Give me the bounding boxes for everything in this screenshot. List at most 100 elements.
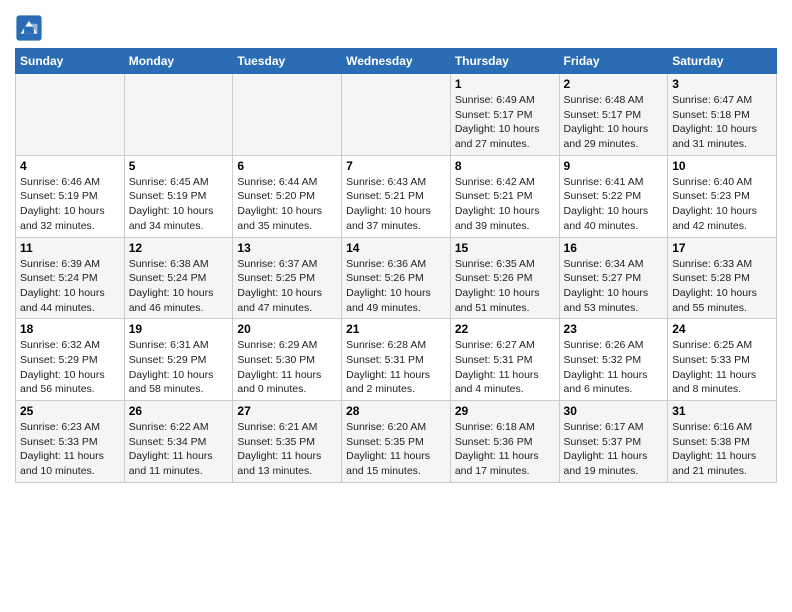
calendar-cell: 14Sunrise: 6:36 AM Sunset: 5:26 PM Dayli… — [342, 237, 451, 319]
day-info: Sunrise: 6:29 AM Sunset: 5:30 PM Dayligh… — [237, 338, 337, 397]
weekday-header: Wednesday — [342, 49, 451, 74]
calendar-cell: 17 Sunrise: 6:33 AM Sunset: 5:28 PM Dayli… — [668, 237, 777, 319]
day-number: 2 — [564, 77, 664, 91]
calendar-cell — [233, 74, 342, 156]
day-info: Sunrise: 6:22 AM Sunset: 5:34 PM Dayligh… — [129, 420, 229, 479]
day-info: Sunrise: 6:42 AM Sunset: 5:21 PM Dayligh… — [455, 175, 555, 234]
day-number: 21 — [346, 322, 446, 336]
calendar-cell: 6 Sunrise: 6:44 AM Sunset: 5:20 PM Daylig… — [233, 155, 342, 237]
day-number: 9 — [564, 159, 664, 173]
day-number: 11 — [20, 241, 120, 255]
day-info: Sunrise: 6:23 AM Sunset: 5:33 PM Dayligh… — [20, 420, 120, 479]
day-info: Sunrise: 6:41 AM Sunset: 5:22 PM Dayligh… — [564, 175, 664, 234]
calendar-cell: 11Sunrise: 6:39 AM Sunset: 5:24 PM Dayli… — [16, 237, 125, 319]
day-number: 23 — [564, 322, 664, 336]
day-number: 27 — [237, 404, 337, 418]
day-number: 22 — [455, 322, 555, 336]
day-number: 1 — [455, 77, 555, 91]
calendar-cell: 2 Sunrise: 6:48 AM Sunset: 5:17 PM Daylig… — [559, 74, 668, 156]
day-number: 15 — [455, 241, 555, 255]
weekday-header: Thursday — [450, 49, 559, 74]
weekday-header: Sunday — [16, 49, 125, 74]
calendar-cell: 31 Sunrise: 6:16 AM Sunset: 5:38 PM Dayli… — [668, 401, 777, 483]
calendar-cell: 28 Sunrise: 6:20 AM Sunset: 5:35 PM Dayli… — [342, 401, 451, 483]
calendar-cell: 9 Sunrise: 6:41 AM Sunset: 5:22 PM Daylig… — [559, 155, 668, 237]
day-info: Sunrise: 6:40 AM Sunset: 5:23 PM Dayligh… — [672, 175, 772, 234]
logo-icon — [15, 14, 43, 42]
page-header — [15, 10, 777, 42]
day-info: Sunrise: 6:32 AM Sunset: 5:29 PM Dayligh… — [20, 338, 120, 397]
calendar-cell: 8Sunrise: 6:42 AM Sunset: 5:21 PM Daylig… — [450, 155, 559, 237]
calendar-cell: 16 Sunrise: 6:34 AM Sunset: 5:27 PM Dayli… — [559, 237, 668, 319]
calendar-cell: 3 Sunrise: 6:47 AM Sunset: 5:18 PM Daylig… — [668, 74, 777, 156]
calendar-cell: 15 Sunrise: 6:35 AM Sunset: 5:26 PM Dayli… — [450, 237, 559, 319]
day-info: Sunrise: 6:37 AM Sunset: 5:25 PM Dayligh… — [237, 257, 337, 316]
day-info: Sunrise: 6:26 AM Sunset: 5:32 PM Dayligh… — [564, 338, 664, 397]
weekday-header: Tuesday — [233, 49, 342, 74]
calendar-cell: 12 Sunrise: 6:38 AM Sunset: 5:24 PM Dayli… — [124, 237, 233, 319]
day-number: 26 — [129, 404, 229, 418]
day-info: Sunrise: 6:17 AM Sunset: 5:37 PM Dayligh… — [564, 420, 664, 479]
day-info: Sunrise: 6:35 AM Sunset: 5:26 PM Dayligh… — [455, 257, 555, 316]
calendar-cell: 23 Sunrise: 6:26 AM Sunset: 5:32 PM Dayli… — [559, 319, 668, 401]
day-info: Sunrise: 6:33 AM Sunset: 5:28 PM Dayligh… — [672, 257, 772, 316]
day-number: 19 — [129, 322, 229, 336]
day-number: 14 — [346, 241, 446, 255]
day-number: 24 — [672, 322, 772, 336]
weekday-header: Monday — [124, 49, 233, 74]
day-number: 25 — [20, 404, 120, 418]
calendar-cell: 7 Sunrise: 6:43 AM Sunset: 5:21 PM Daylig… — [342, 155, 451, 237]
calendar-cell: 22 Sunrise: 6:27 AM Sunset: 5:31 PM Dayli… — [450, 319, 559, 401]
calendar-cell: 29 Sunrise: 6:18 AM Sunset: 5:36 PM Dayli… — [450, 401, 559, 483]
day-number: 13 — [237, 241, 337, 255]
day-info: Sunrise: 6:43 AM Sunset: 5:21 PM Dayligh… — [346, 175, 446, 234]
day-info: Sunrise: 6:49 AM Sunset: 5:17 PM Dayligh… — [455, 93, 555, 152]
day-info: Sunrise: 6:21 AM Sunset: 5:35 PM Dayligh… — [237, 420, 337, 479]
day-info: Sunrise: 6:44 AM Sunset: 5:20 PM Dayligh… — [237, 175, 337, 234]
day-number: 31 — [672, 404, 772, 418]
logo — [15, 14, 47, 42]
day-info: Sunrise: 6:18 AM Sunset: 5:36 PM Dayligh… — [455, 420, 555, 479]
day-number: 18 — [20, 322, 120, 336]
day-number: 3 — [672, 77, 772, 91]
calendar-cell: 20 Sunrise: 6:29 AM Sunset: 5:30 PM Dayli… — [233, 319, 342, 401]
calendar-cell: 5Sunrise: 6:45 AM Sunset: 5:19 PM Daylig… — [124, 155, 233, 237]
day-number: 4 — [20, 159, 120, 173]
calendar-cell: 30 Sunrise: 6:17 AM Sunset: 5:37 PM Dayli… — [559, 401, 668, 483]
day-number: 7 — [346, 159, 446, 173]
day-info: Sunrise: 6:16 AM Sunset: 5:38 PM Dayligh… — [672, 420, 772, 479]
day-info: Sunrise: 6:38 AM Sunset: 5:24 PM Dayligh… — [129, 257, 229, 316]
calendar-cell: 1 Sunrise: 6:49 AM Sunset: 5:17 PM Daylig… — [450, 74, 559, 156]
calendar-cell: 26 Sunrise: 6:22 AM Sunset: 5:34 PM Dayli… — [124, 401, 233, 483]
day-info: Sunrise: 6:25 AM Sunset: 5:33 PM Dayligh… — [672, 338, 772, 397]
calendar-cell: 25 Sunrise: 6:23 AM Sunset: 5:33 PM Dayli… — [16, 401, 125, 483]
day-number: 17 — [672, 241, 772, 255]
calendar-cell: 4 Sunrise: 6:46 AM Sunset: 5:19 PM Daylig… — [16, 155, 125, 237]
calendar-cell: 24 Sunrise: 6:25 AM Sunset: 5:33 PM Dayli… — [668, 319, 777, 401]
day-number: 6 — [237, 159, 337, 173]
calendar-cell — [16, 74, 125, 156]
calendar-cell: 21 Sunrise: 6:28 AM Sunset: 5:31 PM Dayli… — [342, 319, 451, 401]
day-info: Sunrise: 6:46 AM Sunset: 5:19 PM Dayligh… — [20, 175, 120, 234]
day-number: 10 — [672, 159, 772, 173]
calendar-cell — [124, 74, 233, 156]
day-info: Sunrise: 6:48 AM Sunset: 5:17 PM Dayligh… — [564, 93, 664, 152]
calendar-cell: 13 Sunrise: 6:37 AM Sunset: 5:25 PM Dayli… — [233, 237, 342, 319]
day-number: 30 — [564, 404, 664, 418]
calendar-cell: 18 Sunrise: 6:32 AM Sunset: 5:29 PM Dayli… — [16, 319, 125, 401]
day-number: 29 — [455, 404, 555, 418]
day-info: Sunrise: 6:34 AM Sunset: 5:27 PM Dayligh… — [564, 257, 664, 316]
day-number: 12 — [129, 241, 229, 255]
day-number: 20 — [237, 322, 337, 336]
weekday-header: Saturday — [668, 49, 777, 74]
day-number: 16 — [564, 241, 664, 255]
day-number: 28 — [346, 404, 446, 418]
day-info: Sunrise: 6:27 AM Sunset: 5:31 PM Dayligh… — [455, 338, 555, 397]
day-info: Sunrise: 6:28 AM Sunset: 5:31 PM Dayligh… — [346, 338, 446, 397]
calendar-cell: 19 Sunrise: 6:31 AM Sunset: 5:29 PM Dayli… — [124, 319, 233, 401]
day-info: Sunrise: 6:31 AM Sunset: 5:29 PM Dayligh… — [129, 338, 229, 397]
day-number: 5 — [129, 159, 229, 173]
day-info: Sunrise: 6:47 AM Sunset: 5:18 PM Dayligh… — [672, 93, 772, 152]
weekday-header: Friday — [559, 49, 668, 74]
day-info: Sunrise: 6:20 AM Sunset: 5:35 PM Dayligh… — [346, 420, 446, 479]
